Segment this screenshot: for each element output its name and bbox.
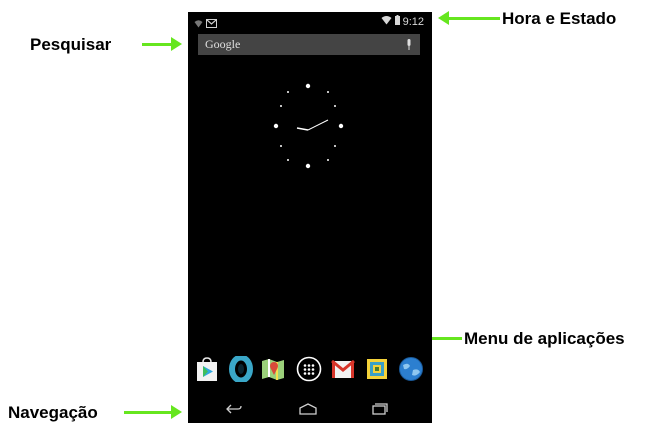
arrow-navigation	[124, 405, 182, 419]
phone-home-screen: 9:12 Google	[188, 12, 432, 423]
arrow-status	[438, 11, 500, 25]
status-bar: 9:12	[188, 12, 432, 32]
battery-icon	[394, 15, 400, 28]
wifi-icon	[381, 15, 392, 28]
home-icon[interactable]	[299, 402, 317, 420]
mic-icon[interactable]	[406, 38, 412, 56]
maps-icon[interactable]	[260, 356, 286, 382]
back-icon[interactable]	[226, 402, 242, 420]
callout-search: Pesquisar	[30, 35, 112, 54]
recents-icon[interactable]	[372, 402, 388, 420]
callout-navigation: Navegação	[8, 403, 98, 422]
app-dock	[188, 352, 432, 392]
arrow-search	[142, 37, 182, 51]
search-bar-label: Google	[205, 37, 241, 51]
play-store-icon[interactable]	[194, 356, 220, 382]
callout-status: Hora e Estado	[502, 9, 617, 28]
gmail-icon[interactable]	[330, 356, 356, 382]
status-bar-left	[194, 15, 217, 33]
app-drawer-icon[interactable]	[296, 356, 322, 382]
navigation-bar	[188, 398, 432, 423]
analog-clock-widget[interactable]	[268, 78, 348, 178]
wifi-question-icon	[194, 15, 203, 33]
status-time: 9:12	[402, 15, 424, 28]
browser-ring-icon[interactable]	[228, 354, 254, 384]
globe-icon[interactable]	[398, 356, 424, 382]
callout-app-menu: Menu de aplicações	[464, 329, 625, 348]
gmail-notification-icon	[206, 15, 217, 33]
status-bar-right: 9:12	[381, 15, 424, 28]
gallery-icon[interactable]	[364, 356, 390, 382]
google-search-bar[interactable]: Google	[198, 34, 420, 55]
